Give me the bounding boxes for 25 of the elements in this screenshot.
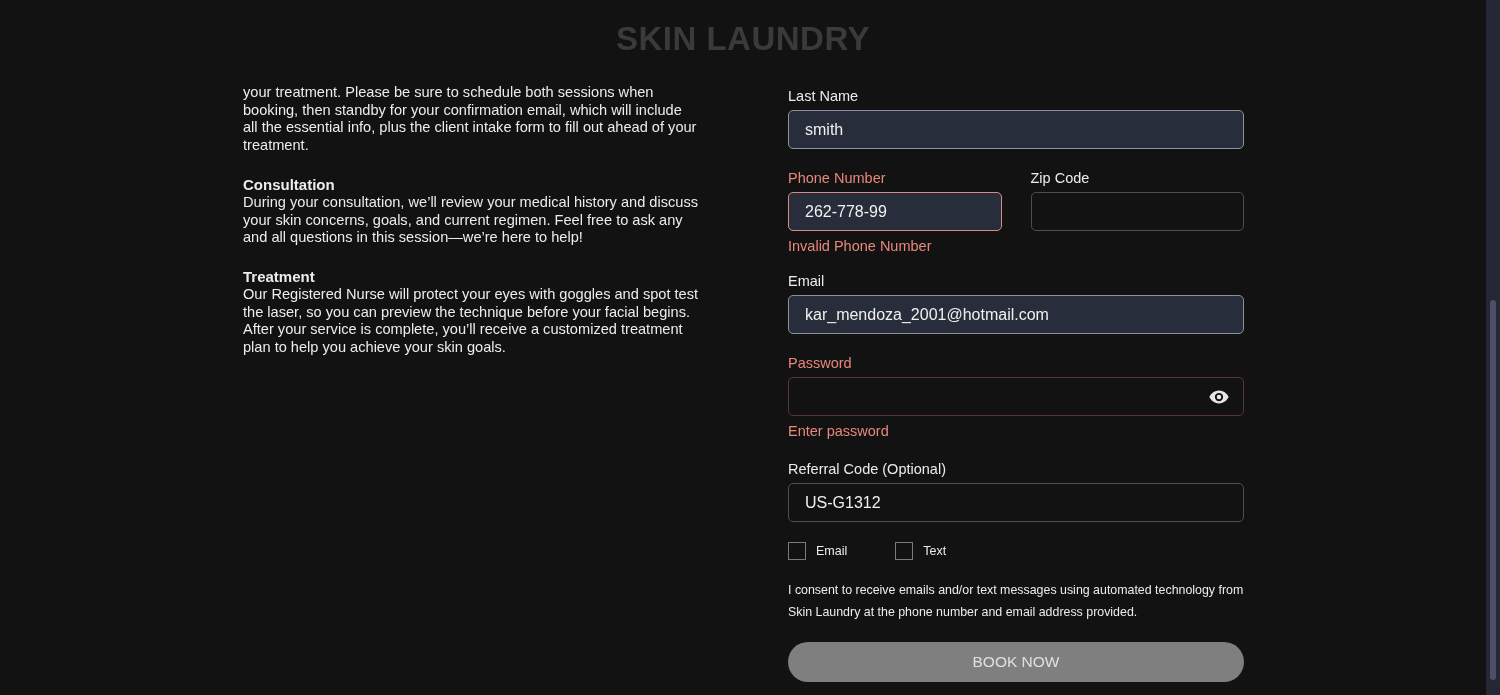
input-field[interactable]: US-G1312: [788, 483, 1244, 522]
field-label: Zip Code: [1030, 169, 1090, 187]
error-message: Invalid Phone Number: [788, 237, 932, 255]
section-heading: Consultation: [243, 174, 336, 194]
consent-text: I consent to receive emails and/or text messages using automated technology from Skin Laundry at the phone number and email address provided.: [788, 582, 1244, 621]
error-message: Enter password: [788, 422, 889, 440]
checkbox[interactable]: [788, 542, 806, 560]
field-label: Password: [788, 354, 852, 372]
field-label: Last Name: [788, 87, 859, 105]
field-label: Email: [788, 272, 825, 290]
section-heading: Treatment: [243, 266, 316, 286]
section-text: Our Registered Nurse will protect your eyes with goggles and spot test the laser, so you can preview the technique before your facial begins. After your service is complete, you’ll receive a customized treatment plan to help you achieve your skin goals.: [243, 285, 699, 357]
section-text: During your consultation, we’ll review your medical history and discuss your skin concerns, goals, and current regimen. Feel free to ask any and all questions in this session—we’re here to help!: [243, 193, 699, 247]
scrollbar[interactable]: [1486, 0, 1500, 695]
intro-paragraph: your treatment. Please be sure to schedule both sessions when booking, then standby for your confirmation email, which will include all the essential info, plus the client intake form to fill out ahead of your treatment.: [243, 84, 698, 155]
input-field[interactable]: smith: [788, 110, 1244, 149]
checkbox-label[interactable]: Email: [816, 544, 848, 558]
password-field[interactable]: [788, 377, 1244, 416]
field-label: Phone Number: [788, 169, 886, 187]
input-field[interactable]: [1030, 192, 1244, 231]
checkbox-label[interactable]: Text: [923, 544, 947, 558]
input-field[interactable]: 262-778-99: [788, 192, 1002, 231]
checkbox[interactable]: [895, 542, 914, 560]
input-field[interactable]: kar_mendoza_2001@hotmail.com: [788, 295, 1244, 334]
field-label: Referral Code (Optional): [788, 460, 946, 478]
